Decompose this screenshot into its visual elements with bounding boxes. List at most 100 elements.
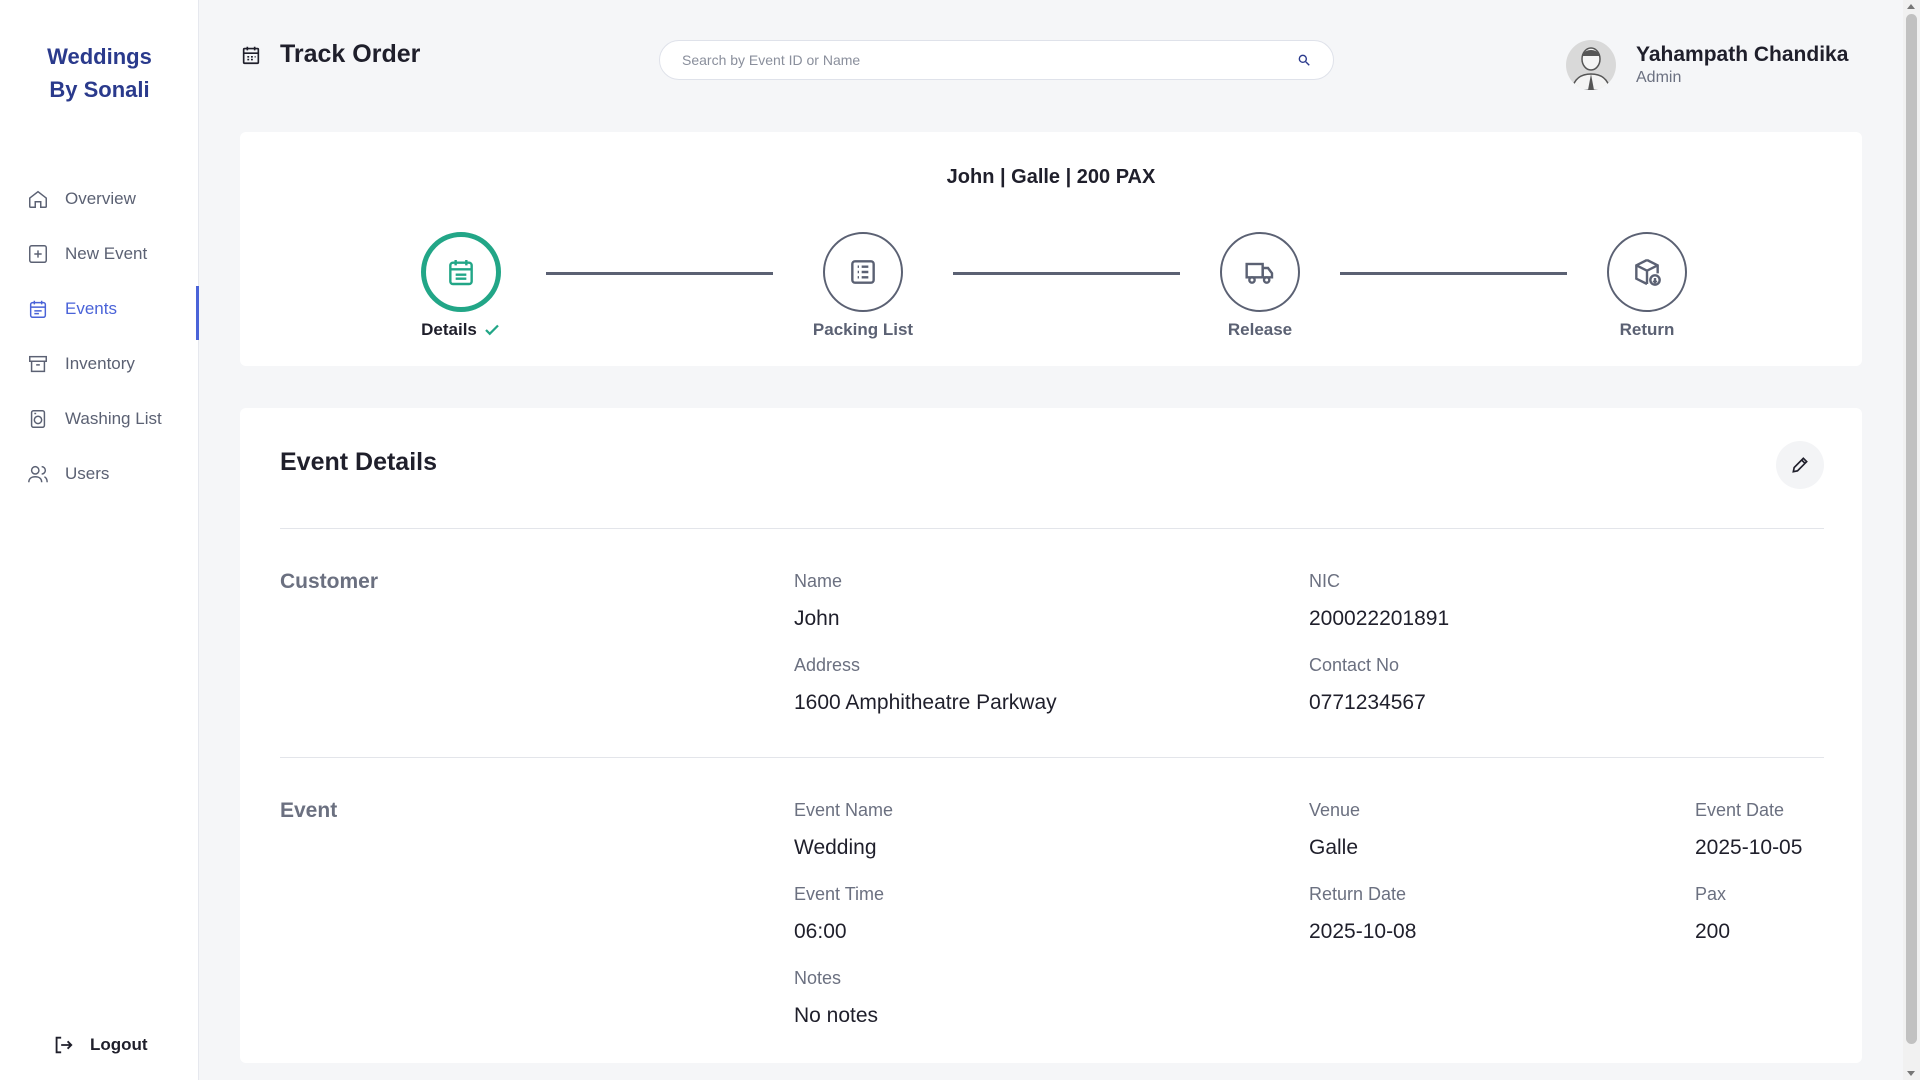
step-label: Return [1619, 320, 1675, 339]
field-label: Event Date [1695, 800, 1785, 820]
field-value: 200 [1695, 920, 1731, 943]
sidebar-item-new-event[interactable]: New Event [0, 226, 199, 281]
step-return[interactable]: Return [1577, 232, 1717, 340]
order-progress-card: John | Galle | 200 PAX Details Packing L… [240, 132, 1862, 366]
list-icon [851, 260, 875, 284]
event-date-field: Event Date 2025-10-05 [1695, 799, 1802, 861]
field-label: Contact No [1309, 655, 1400, 675]
truck-icon [1245, 262, 1274, 284]
field-label: Pax [1695, 884, 1727, 904]
page-title: Track Order [280, 40, 421, 68]
sidebar-item-label: Users [65, 463, 110, 483]
pencil-icon [1792, 457, 1808, 473]
sidebar-item-label: Inventory [65, 353, 135, 373]
sidebar-item-label: Overview [65, 188, 136, 208]
event-details-title: Event Details [280, 448, 438, 476]
field-label: Address [794, 655, 861, 675]
step-details-circle[interactable] [421, 232, 501, 312]
field-value: Wedding [794, 836, 877, 859]
step-label: Release [1227, 320, 1293, 339]
calendar-icon [449, 260, 473, 286]
customer-name-field: Name John [794, 570, 842, 632]
step-details[interactable]: Details [391, 232, 531, 340]
step-connector [953, 272, 1180, 275]
step-release[interactable]: Release [1190, 232, 1330, 340]
event-venue-field: Venue Galle [1309, 799, 1360, 861]
field-label: Notes [794, 968, 842, 988]
edit-button[interactable] [1776, 441, 1824, 489]
field-label: Event Time [794, 884, 885, 904]
step-label: Packing List [812, 320, 914, 339]
event-time-field: Event Time 06:00 [794, 883, 884, 945]
order-summary-title: John | Galle | 200 PAX [946, 166, 1156, 188]
check-icon [485, 324, 499, 336]
scrollbar-thumb[interactable] [1906, 14, 1917, 1044]
sidebar-item-overview[interactable]: Overview [0, 171, 199, 226]
pax-field: Pax 200 [1695, 883, 1730, 945]
customer-contact-field: Contact No 0771234567 [1309, 654, 1426, 716]
event-section-label: Event [280, 799, 338, 822]
step-return-circle[interactable] [1607, 232, 1687, 312]
brand-line-2: By Sonali [49, 77, 150, 102]
section-divider [280, 528, 1824, 529]
brand-logo[interactable]: Weddings By Sonali [0, 40, 199, 106]
search-input[interactable] [682, 52, 1297, 68]
field-label: Venue [1309, 800, 1361, 820]
sidebar-item-inventory[interactable]: Inventory [0, 336, 199, 391]
step-packing-list-circle[interactable] [823, 232, 903, 312]
search-icon[interactable] [1297, 53, 1311, 67]
user-profile[interactable]: Yahampath Chandika Admin [1566, 40, 1848, 90]
brand-line-1: Weddings [47, 44, 152, 69]
page-scrollbar[interactable] [1903, 0, 1920, 1080]
search-bar [659, 40, 1334, 80]
step-connector [546, 272, 773, 275]
page-header: Track Order [240, 40, 420, 69]
customer-address-field: Address 1600 Amphitheatre Parkway [794, 654, 1057, 716]
package-return-icon [1635, 258, 1661, 286]
scroll-down-arrow-icon[interactable] [1907, 1071, 1915, 1076]
field-value: 2025-10-08 [1309, 920, 1417, 943]
step-connector [1340, 272, 1567, 275]
event-name-field: Event Name Wedding [794, 799, 893, 861]
logout-label: Logout [90, 1035, 148, 1054]
sidebar-nav: Overview New Event Events Inventory Wash… [0, 171, 199, 501]
step-release-circle[interactable] [1220, 232, 1300, 312]
avatar [1566, 40, 1616, 90]
calendar-icon [242, 46, 260, 64]
step-packing-list[interactable]: Packing List [793, 232, 933, 340]
section-divider [280, 757, 1824, 758]
sidebar-item-label: New Event [65, 243, 148, 263]
scroll-up-arrow-icon[interactable] [1907, 4, 1915, 9]
washing-machine-icon [27, 408, 49, 430]
sidebar: Weddings By Sonali Overview New Event Ev… [0, 0, 199, 1080]
sidebar-item-washing-list[interactable]: Washing List [0, 391, 199, 446]
user-role: Admin [1636, 69, 1682, 86]
notes-field: Notes No notes [794, 967, 878, 1029]
home-icon [27, 188, 49, 210]
field-value: 0771234567 [1309, 691, 1426, 714]
sidebar-item-events[interactable]: Events [0, 281, 199, 340]
customer-section-label: Customer [280, 570, 379, 593]
field-label: Name [794, 571, 843, 591]
user-silhouette-icon [1571, 47, 1611, 90]
user-name: Yahampath Chandika [1636, 43, 1849, 66]
field-value: 2025-10-05 [1695, 836, 1803, 859]
field-value: 06:00 [794, 920, 847, 943]
event-details-card: Event Details Customer Name John NIC 200… [240, 408, 1862, 1063]
archive-icon [27, 353, 49, 375]
customer-nic-field: NIC 200022201891 [1309, 570, 1449, 632]
users-icon [27, 463, 49, 485]
field-value: Galle [1309, 836, 1359, 859]
calendar-icon [27, 298, 49, 320]
field-label: NIC [1309, 571, 1340, 591]
plus-square-icon [27, 243, 49, 265]
logout-button[interactable]: Logout [52, 1034, 148, 1056]
sidebar-item-label: Washing List [65, 408, 162, 428]
field-value: 200022201891 [1309, 607, 1450, 630]
field-label: Return Date [1309, 884, 1407, 904]
field-value: John [794, 607, 840, 630]
field-value: 1600 Amphitheatre Parkway [794, 691, 1057, 714]
sidebar-item-users[interactable]: Users [0, 446, 199, 501]
step-label: Details [421, 320, 477, 339]
logout-icon [55, 1036, 73, 1054]
